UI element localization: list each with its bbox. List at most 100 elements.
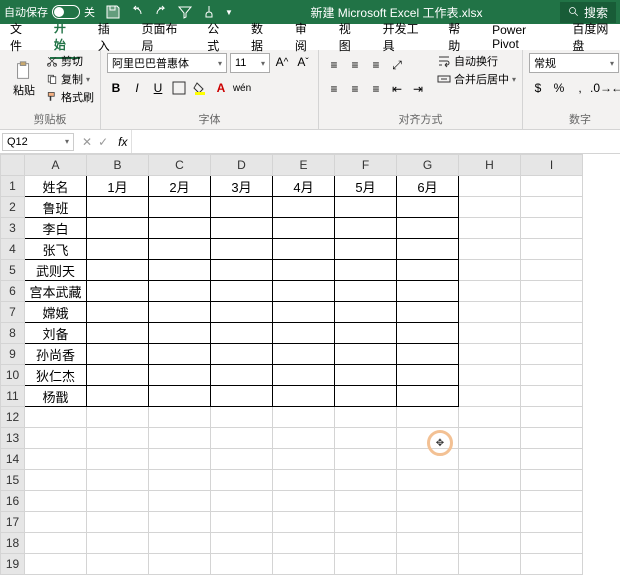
align-center-icon[interactable]: ≡ — [346, 80, 364, 98]
cell-I16[interactable] — [521, 491, 583, 512]
cell-D1[interactable]: 3月 — [211, 176, 273, 197]
cell-G16[interactable] — [397, 491, 459, 512]
cell-I14[interactable] — [521, 449, 583, 470]
cell-C1[interactable]: 2月 — [149, 176, 211, 197]
fill-color-button[interactable] — [191, 79, 209, 97]
cell-D16[interactable] — [211, 491, 273, 512]
cell-I3[interactable] — [521, 218, 583, 239]
cell-E14[interactable] — [273, 449, 335, 470]
copy-button[interactable]: 复制▾ — [46, 71, 94, 87]
cell-C9[interactable] — [149, 344, 211, 365]
cell-D12[interactable] — [211, 407, 273, 428]
cell-B17[interactable] — [87, 512, 149, 533]
cell-A6[interactable]: 宫本武藏 — [25, 281, 87, 302]
cell-C16[interactable] — [149, 491, 211, 512]
cell-C8[interactable] — [149, 323, 211, 344]
cell-H10[interactable] — [459, 365, 521, 386]
worksheet-grid[interactable]: ABCDEFGHI1姓名1月2月3月4月5月6月2鲁班3李白4张飞5武则天6宫本… — [0, 154, 620, 575]
cell-H13[interactable] — [459, 428, 521, 449]
cell-F17[interactable] — [335, 512, 397, 533]
row-header-12[interactable]: 12 — [1, 407, 25, 428]
cell-E13[interactable] — [273, 428, 335, 449]
cell-A14[interactable] — [25, 449, 87, 470]
cell-G18[interactable] — [397, 533, 459, 554]
row-header-4[interactable]: 4 — [1, 239, 25, 260]
cell-H3[interactable] — [459, 218, 521, 239]
cell-H4[interactable] — [459, 239, 521, 260]
cell-F10[interactable] — [335, 365, 397, 386]
row-header-16[interactable]: 16 — [1, 491, 25, 512]
cell-H14[interactable] — [459, 449, 521, 470]
col-header-C[interactable]: C — [149, 155, 211, 176]
cell-E4[interactable] — [273, 239, 335, 260]
cell-E12[interactable] — [273, 407, 335, 428]
cell-H7[interactable] — [459, 302, 521, 323]
cell-C3[interactable] — [149, 218, 211, 239]
cell-G17[interactable] — [397, 512, 459, 533]
cell-D18[interactable] — [211, 533, 273, 554]
cell-F13[interactable] — [335, 428, 397, 449]
border-button[interactable] — [170, 79, 188, 97]
cell-G8[interactable] — [397, 323, 459, 344]
number-format-combo[interactable]: 常规▾ — [529, 53, 619, 73]
col-header-G[interactable]: G — [397, 155, 459, 176]
cell-B7[interactable] — [87, 302, 149, 323]
cell-B18[interactable] — [87, 533, 149, 554]
row-header-7[interactable]: 7 — [1, 302, 25, 323]
cell-D2[interactable] — [211, 197, 273, 218]
format-painter-button[interactable]: 格式刷 — [46, 89, 94, 105]
cell-I7[interactable] — [521, 302, 583, 323]
cell-I15[interactable] — [521, 470, 583, 491]
cell-F14[interactable] — [335, 449, 397, 470]
cell-A1[interactable]: 姓名 — [25, 176, 87, 197]
row-header-17[interactable]: 17 — [1, 512, 25, 533]
col-header-I[interactable]: I — [521, 155, 583, 176]
cell-D15[interactable] — [211, 470, 273, 491]
cell-E11[interactable] — [273, 386, 335, 407]
col-header-B[interactable]: B — [87, 155, 149, 176]
cell-B16[interactable] — [87, 491, 149, 512]
name-box[interactable]: Q12▾ — [2, 133, 74, 151]
cell-E17[interactable] — [273, 512, 335, 533]
cell-E6[interactable] — [273, 281, 335, 302]
cell-C18[interactable] — [149, 533, 211, 554]
cell-A17[interactable] — [25, 512, 87, 533]
cell-A16[interactable] — [25, 491, 87, 512]
cell-E8[interactable] — [273, 323, 335, 344]
cell-D7[interactable] — [211, 302, 273, 323]
cell-E9[interactable] — [273, 344, 335, 365]
row-header-8[interactable]: 8 — [1, 323, 25, 344]
cell-I19[interactable] — [521, 554, 583, 575]
font-name-combo[interactable]: 阿里巴巴普惠体▾ — [107, 53, 227, 73]
cell-I11[interactable] — [521, 386, 583, 407]
cell-G10[interactable] — [397, 365, 459, 386]
cell-D6[interactable] — [211, 281, 273, 302]
cell-I10[interactable] — [521, 365, 583, 386]
cell-E10[interactable] — [273, 365, 335, 386]
cell-I9[interactable] — [521, 344, 583, 365]
row-header-6[interactable]: 6 — [1, 281, 25, 302]
align-left-icon[interactable]: ≡ — [325, 80, 343, 98]
row-header-3[interactable]: 3 — [1, 218, 25, 239]
align-bottom-icon[interactable]: ≡ — [367, 56, 385, 74]
cell-B13[interactable] — [87, 428, 149, 449]
cell-F11[interactable] — [335, 386, 397, 407]
cell-F7[interactable] — [335, 302, 397, 323]
cell-A4[interactable]: 张飞 — [25, 239, 87, 260]
cell-D11[interactable] — [211, 386, 273, 407]
cell-H2[interactable] — [459, 197, 521, 218]
cell-I18[interactable] — [521, 533, 583, 554]
cell-G1[interactable]: 6月 — [397, 176, 459, 197]
percent-format-icon[interactable]: % — [550, 79, 568, 97]
cell-H9[interactable] — [459, 344, 521, 365]
cell-G2[interactable] — [397, 197, 459, 218]
cell-G5[interactable] — [397, 260, 459, 281]
cell-G19[interactable] — [397, 554, 459, 575]
decrease-font-icon[interactable]: Aˇ — [294, 53, 312, 71]
cell-D8[interactable] — [211, 323, 273, 344]
row-header-19[interactable]: 19 — [1, 554, 25, 575]
cell-E1[interactable]: 4月 — [273, 176, 335, 197]
cell-F4[interactable] — [335, 239, 397, 260]
cut-button[interactable]: 剪切 — [46, 53, 94, 69]
cell-B4[interactable] — [87, 239, 149, 260]
